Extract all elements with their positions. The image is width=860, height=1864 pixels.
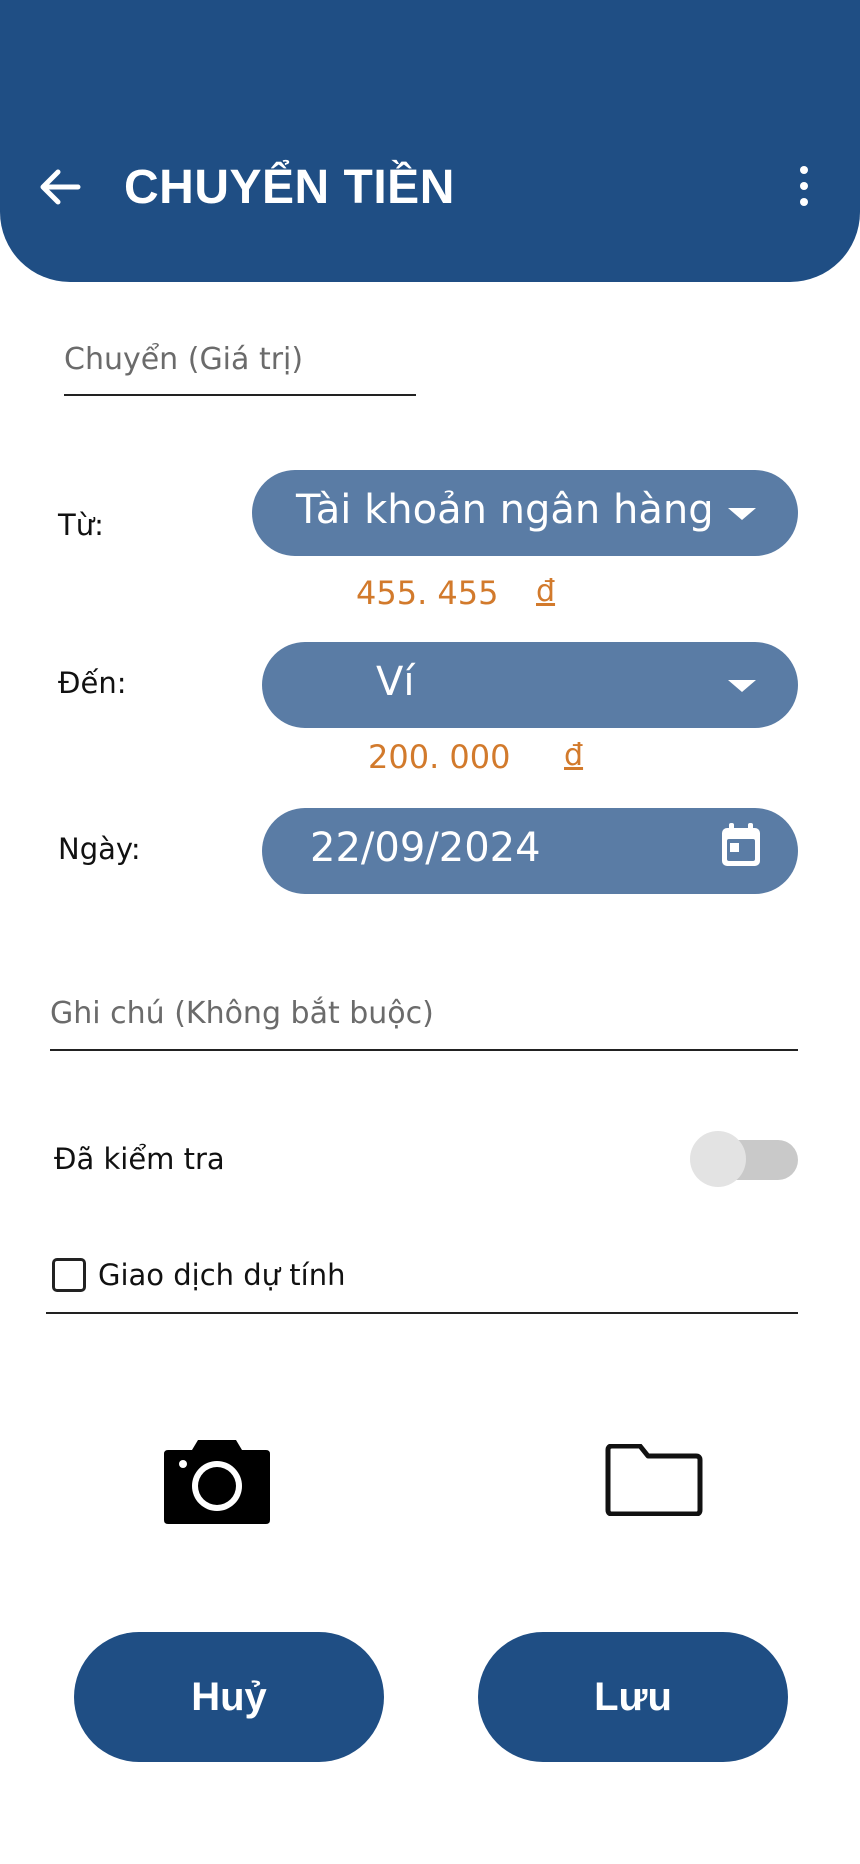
chevron-down-icon — [728, 680, 756, 692]
scheduled-underline — [46, 1312, 798, 1314]
arrow-left-icon — [40, 169, 81, 205]
date-picker[interactable]: 22/09/2024 — [262, 808, 798, 894]
camera-icon — [164, 1440, 270, 1524]
more-options-button[interactable] — [796, 166, 812, 214]
amount-input-underline — [64, 394, 416, 396]
back-button[interactable] — [34, 162, 84, 212]
from-account-select[interactable]: Tài khoản ngân hàng — [252, 470, 798, 556]
calendar-icon — [722, 823, 760, 866]
to-currency: đ — [564, 738, 584, 773]
to-account-value: Ví — [376, 659, 415, 705]
from-currency: đ — [536, 574, 556, 609]
more-vertical-dot — [800, 182, 808, 190]
to-label: Đến: — [58, 666, 127, 700]
folder-icon — [605, 1443, 703, 1517]
to-account-select[interactable]: Ví — [262, 642, 798, 728]
folder-button[interactable] — [604, 1443, 704, 1520]
app-bar: CHUYỂN TIỀN — [0, 0, 860, 282]
from-balance: 455. 455 — [356, 574, 499, 612]
date-label: Ngày: — [58, 832, 141, 866]
from-label: Từ: — [58, 508, 104, 542]
checked-toggle-knob[interactable] — [690, 1131, 746, 1187]
amount-input[interactable]: Chuyển (Giá trị) — [64, 342, 303, 377]
page-title: CHUYỂN TIỀN — [124, 161, 455, 214]
note-input-underline — [50, 1049, 798, 1051]
more-vertical-icon — [800, 166, 808, 174]
chevron-down-icon — [728, 508, 756, 520]
camera-button[interactable] — [162, 1436, 272, 1530]
to-balance: 200. 000 — [368, 738, 511, 776]
cancel-button[interactable]: Huỷ — [74, 1632, 384, 1762]
scheduled-checkbox[interactable] — [52, 1258, 86, 1292]
date-value: 22/09/2024 — [310, 825, 541, 871]
scheduled-label: Giao dịch dự tính — [98, 1258, 346, 1292]
note-input[interactable]: Ghi chú (Không bắt buộc) — [50, 996, 434, 1031]
more-vertical-dot — [800, 198, 808, 206]
save-button[interactable]: Lưu — [478, 1632, 788, 1762]
checked-label: Đã kiểm tra — [54, 1142, 225, 1176]
from-account-value: Tài khoản ngân hàng — [296, 487, 714, 533]
